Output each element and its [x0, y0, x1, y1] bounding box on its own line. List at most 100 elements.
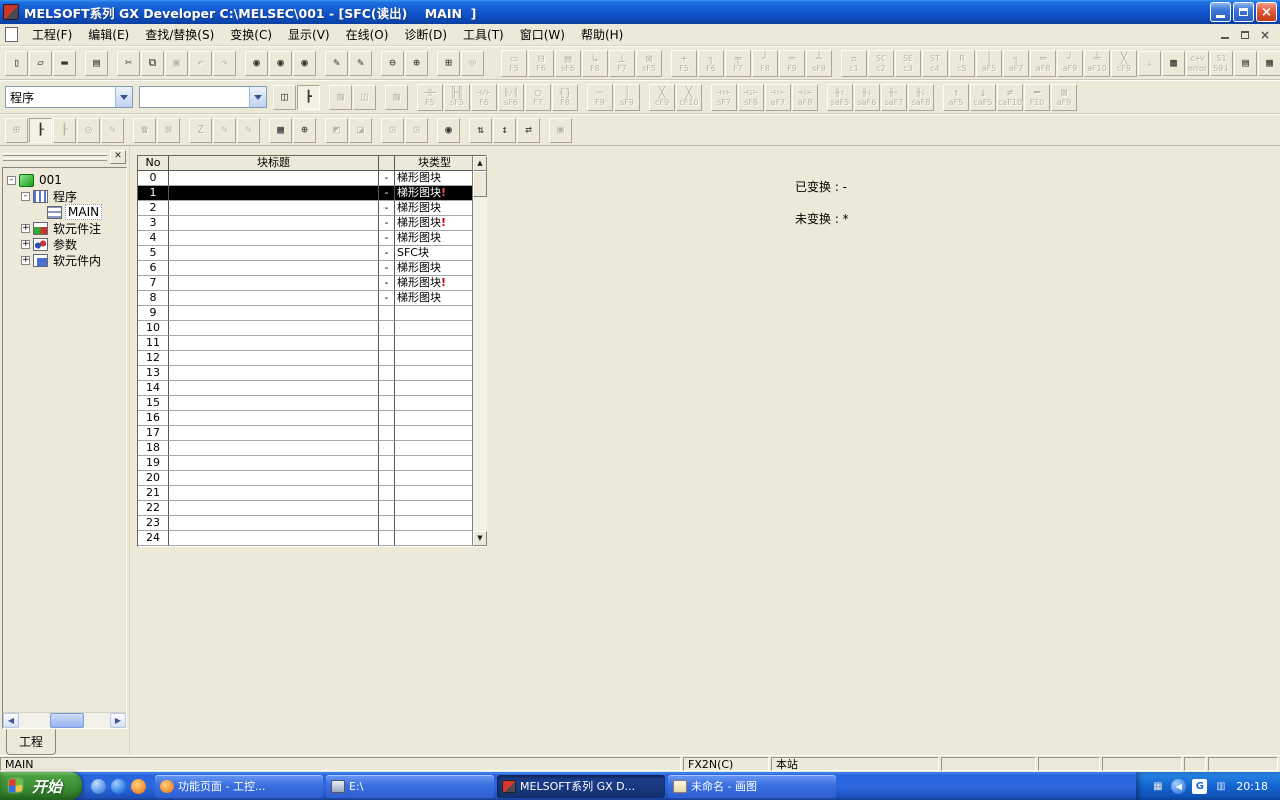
- table-row[interactable]: 22: [138, 501, 472, 516]
- toolbar-button[interactable]: ▤: [85, 51, 108, 76]
- toolbar-button[interactable]: ⊕: [293, 118, 316, 143]
- toolbar-button[interactable]: ╟╢ sF5: [444, 84, 470, 111]
- restore-button[interactable]: [1233, 2, 1254, 22]
- start-button[interactable]: 开始: [0, 772, 82, 800]
- toolbar-button[interactable]: ▤ sF6: [555, 50, 581, 77]
- toolbar-button[interactable]: ◎: [77, 118, 100, 143]
- toolbar-button[interactable]: ◉: [245, 51, 268, 76]
- tree-expander-icon[interactable]: +: [21, 224, 30, 233]
- toolbar-button[interactable]: ─ F9: [587, 84, 613, 111]
- tray-icon[interactable]: ▦: [1150, 779, 1165, 794]
- toolbar-button[interactable]: ╫⇓ saF8: [908, 84, 934, 111]
- toolbar-button[interactable]: ╳ cF9: [1111, 50, 1137, 77]
- taskbar-task-button[interactable]: 功能页面 - 工控...: [155, 775, 323, 798]
- toolbar-button[interactable]: ▣: [549, 118, 572, 143]
- panel-grip-handle[interactable]: [3, 153, 107, 161]
- toolbar-button[interactable]: ⊠ sF5: [636, 50, 662, 77]
- menu-item[interactable]: 诊断(D): [396, 23, 455, 46]
- toolbar-button[interactable]: SC c2: [868, 50, 894, 77]
- mdi-close-button[interactable]: ×: [1258, 28, 1272, 41]
- toolbar-button[interactable]: S1 S9↓: [1210, 51, 1233, 76]
- scroll-left-icon[interactable]: ◀: [3, 713, 19, 728]
- taskbar-task-button[interactable]: 未命名 - 画图: [668, 775, 836, 798]
- quicklaunch-icon[interactable]: [91, 779, 106, 794]
- table-row[interactable]: 23: [138, 516, 472, 531]
- panel-close-button[interactable]: ✕: [110, 150, 126, 164]
- menu-item[interactable]: 帮助(H): [573, 23, 631, 46]
- toolbar-button[interactable]: ⊣↓⊢ sF8: [738, 84, 764, 111]
- mdi-restore-button[interactable]: [1238, 28, 1252, 41]
- table-row[interactable]: 2 - 梯形图块: [138, 201, 472, 216]
- toolbar-button[interactable]: ┐ aF7: [1003, 50, 1029, 77]
- toolbar-button[interactable]: SE c3: [895, 50, 921, 77]
- toolbar-button[interactable]: ↳ F8: [582, 50, 608, 77]
- toolbar-button[interactable]: ╫↑ saF5: [827, 84, 853, 111]
- quicklaunch-icon[interactable]: [111, 779, 126, 794]
- tree-item[interactable]: - 程序: [5, 188, 126, 204]
- toolbar-button[interactable]: ╫↓ saF6: [854, 84, 880, 111]
- menu-item[interactable]: 变换(C): [222, 23, 280, 46]
- toolbar-button[interactable]: ◉: [293, 51, 316, 76]
- taskbar-task-button[interactable]: MELSOFT系列 GX D...: [497, 775, 665, 798]
- toolbar-button[interactable]: ┴ sF9: [806, 50, 832, 77]
- toolbar-button[interactable]: ↑ aF5: [943, 84, 969, 111]
- toolbar-button[interactable]: ↷: [213, 51, 236, 76]
- toolbar-button[interactable]: ◎: [461, 51, 484, 76]
- toolbar-button[interactable]: ⇅: [469, 118, 492, 143]
- mdi-minimize-button[interactable]: [1218, 28, 1232, 41]
- tree-expander-icon[interactable]: +: [21, 256, 30, 265]
- toolbar-button[interactable]: ✎: [349, 51, 372, 76]
- toolbar-button[interactable]: Z: [189, 118, 212, 143]
- toolbar-button[interactable]: ╟∕╢ sF6: [498, 84, 524, 111]
- toolbar-button[interactable]: ▩: [1162, 51, 1185, 76]
- hscroll-thumb[interactable]: [50, 713, 84, 728]
- toolbar-button[interactable]: ◩: [325, 118, 348, 143]
- table-row[interactable]: 17: [138, 426, 472, 441]
- tree-item[interactable]: + 软元件注: [5, 220, 126, 236]
- project-panel-hscrollbar[interactable]: ◀ ▶: [3, 712, 126, 728]
- toolbar-button[interactable]: ↓ caF5: [970, 84, 996, 111]
- toolbar-button[interactable]: ⧉: [141, 51, 164, 76]
- scroll-down-icon[interactable]: ▼: [473, 531, 487, 546]
- toolbar-button[interactable]: ↕: [493, 118, 516, 143]
- toolbar-button[interactable]: ╧ aF10: [1084, 50, 1110, 77]
- toolbar-button[interactable]: ┣: [297, 85, 320, 110]
- toolbar-button[interactable]: ▬: [53, 51, 76, 76]
- table-row[interactable]: 8 - 梯形图块: [138, 291, 472, 306]
- block-select-combobox[interactable]: [139, 86, 267, 108]
- tree-expander-icon[interactable]: -: [7, 176, 16, 185]
- toolbar-button[interactable]: ⊠ aF9: [1051, 84, 1077, 111]
- toolbar-button[interactable]: ━ F10: [1024, 84, 1050, 111]
- menu-item[interactable]: 查找/替换(S): [137, 23, 222, 46]
- tray-icon[interactable]: ◀: [1171, 779, 1186, 794]
- block-list-vscrollbar[interactable]: ▲ ▼: [472, 156, 487, 546]
- table-row[interactable]: 0 - 梯形图块: [138, 171, 472, 186]
- toolbar-button[interactable]: c+v error: [1186, 51, 1209, 76]
- vscroll-track[interactable]: [473, 197, 487, 531]
- toolbar-button[interactable]: ┐ F6: [698, 50, 724, 77]
- toolbar-button[interactable]: ⊥ F7: [609, 50, 635, 77]
- toolbar-button[interactable]: ✎: [237, 118, 260, 143]
- toolbar-button[interactable]: ✎: [325, 51, 348, 76]
- table-row[interactable]: 14: [138, 381, 472, 396]
- toolbar-button[interactable]: ⊡: [405, 118, 428, 143]
- toolbar-button[interactable]: ≠ caF10: [997, 84, 1023, 111]
- table-row[interactable]: 12: [138, 351, 472, 366]
- table-row[interactable]: 13: [138, 366, 472, 381]
- table-row[interactable]: 20: [138, 471, 472, 486]
- table-row[interactable]: 18: [138, 441, 472, 456]
- toolbar-button[interactable]: ╤ F7: [725, 50, 751, 77]
- toolbar-button[interactable]: ═ F9: [779, 50, 805, 77]
- table-row[interactable]: 11: [138, 336, 472, 351]
- vscroll-thumb[interactable]: [473, 171, 487, 197]
- toolbar-button[interactable]: ⊣⇑⊢ aF7: [765, 84, 791, 111]
- table-row[interactable]: 15: [138, 396, 472, 411]
- mdi-document-icon[interactable]: [5, 27, 18, 42]
- toolbar-button[interactable]: ╳ cF10: [676, 84, 702, 111]
- toolbar-button[interactable]: ◫: [353, 85, 376, 110]
- scroll-up-icon[interactable]: ▲: [473, 156, 487, 171]
- toolbar-button[interactable]: ╫⇑ saF7: [881, 84, 907, 111]
- toolbar-button[interactable]: ◉: [269, 51, 292, 76]
- toolbar-button[interactable]: ╳ cF9: [649, 84, 675, 111]
- menu-item[interactable]: 编辑(E): [80, 23, 137, 46]
